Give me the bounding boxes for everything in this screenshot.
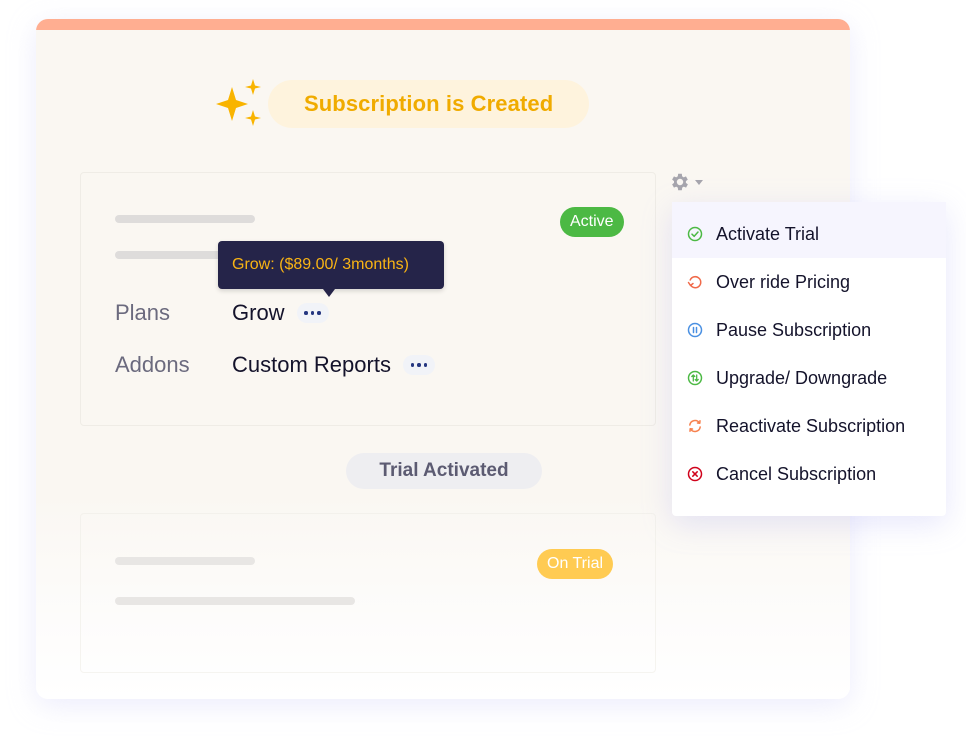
x-circle-icon xyxy=(686,465,704,483)
menu-item-label: Upgrade/ Downgrade xyxy=(716,367,888,388)
gear-icon xyxy=(672,173,688,191)
menu-item-label: Cancel Subscription xyxy=(716,463,877,484)
addon-name: Custom Reports xyxy=(232,352,391,377)
addon-more-button[interactable] xyxy=(402,355,435,375)
skeleton-line xyxy=(115,251,225,259)
skeleton-line xyxy=(115,557,255,565)
menu-item-reactivate-subscription[interactable]: Reactivate Subscription xyxy=(672,402,946,450)
skeleton-line xyxy=(115,597,355,605)
undo-circle-icon xyxy=(686,273,704,291)
pause-circle-icon xyxy=(686,321,704,339)
menu-item-pause-subscription[interactable]: Pause Subscription xyxy=(672,306,946,354)
menu-item-cancel-subscription[interactable]: Cancel Subscription xyxy=(672,450,946,498)
sparkle-icon xyxy=(216,79,261,126)
status-badge-active: Active xyxy=(560,207,624,237)
menu-item-upgrade-downgrade[interactable]: Upgrade/ Downgrade xyxy=(672,354,946,402)
check-circle-icon xyxy=(686,225,704,243)
skeleton-line xyxy=(115,215,255,223)
panel-top-accent-bar xyxy=(36,19,850,30)
menu-item-override-pricing[interactable]: Over ride Pricing xyxy=(672,258,946,306)
subscription-actions-menu: Activate Trial Over ride Pricing Pause S… xyxy=(672,202,946,516)
caret-down-icon xyxy=(695,179,703,185)
addons-label: Addons xyxy=(115,352,190,377)
plans-value: Grow xyxy=(232,300,329,326)
trial-activated-pill: Trial Activated xyxy=(346,453,542,489)
plan-more-button[interactable] xyxy=(296,303,329,323)
plan-price-tooltip: Grow: ($89.00/ 3months) xyxy=(218,241,444,297)
plan-name: Grow xyxy=(232,300,285,325)
plans-label: Plans xyxy=(115,300,171,325)
menu-item-label: Activate Trial xyxy=(716,223,820,244)
status-badge-on-trial: On Trial xyxy=(537,549,614,579)
header-row: Subscription is Created xyxy=(212,78,590,130)
subscription-created-banner: Subscription is Created xyxy=(268,80,590,128)
menu-item-activate-trial[interactable]: Activate Trial xyxy=(672,202,946,258)
addons-value: Custom Reports xyxy=(232,352,435,378)
menu-item-label: Over ride Pricing xyxy=(716,271,851,292)
swap-circle-icon xyxy=(686,369,704,387)
trial-subscription-card: On Trial xyxy=(80,513,656,673)
menu-item-label: Reactivate Subscription xyxy=(716,415,906,436)
refresh-icon xyxy=(686,417,704,435)
menu-item-label: Pause Subscription xyxy=(716,319,872,340)
settings-dropdown-toggle[interactable] xyxy=(669,171,703,193)
subscription-card: Active Plans Grow Addons Custom Reports … xyxy=(80,172,656,426)
